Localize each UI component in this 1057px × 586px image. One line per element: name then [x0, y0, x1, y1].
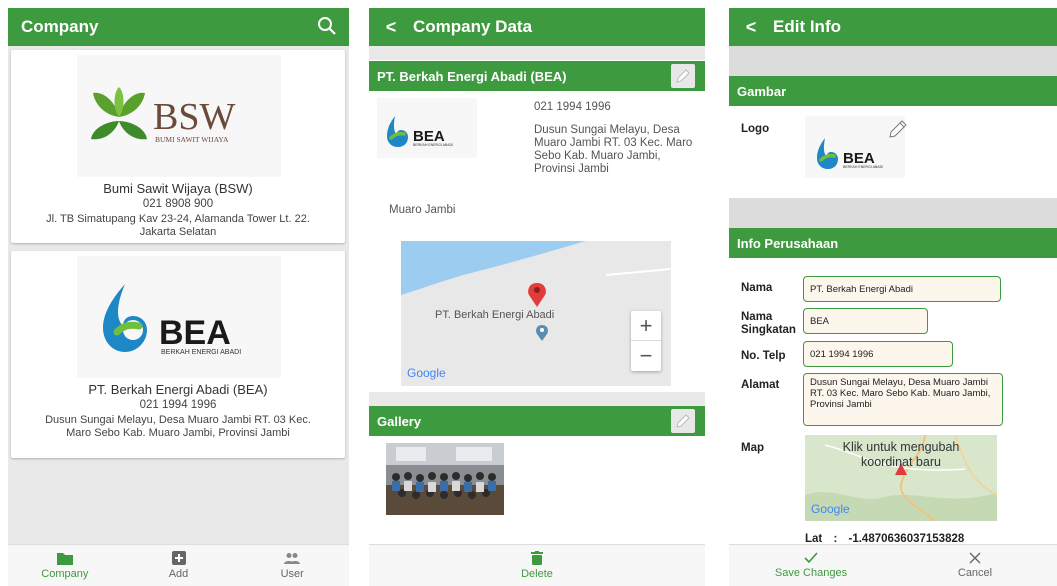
company-phone: 021 1994 1996	[139, 399, 217, 411]
company-address: Dusun Sungai Melayu, Desa Muaro Jambi RT…	[45, 414, 311, 439]
company-card[interactable]: BSW BUMI SAWIT WIJAYA Bumi Sawit Wijaya …	[11, 50, 345, 243]
svg-text:BERKAH ENERGI ABADI: BERKAH ENERGI ABADI	[843, 165, 883, 169]
company-name: Bumi Sawit Wijaya (BSW)	[103, 181, 253, 196]
pencil-icon[interactable]	[887, 118, 909, 140]
company-address: Dusun Sungai Melayu, Desa Muaro Jambi RT…	[534, 124, 693, 175]
svg-text:Google: Google	[407, 366, 446, 380]
check-icon	[804, 552, 818, 564]
logo-preview[interactable]: BEA BERKAH ENERGI ABADI	[805, 116, 907, 178]
bottom-actions: Delete	[369, 544, 705, 586]
map-marker-icon	[528, 283, 546, 307]
company-phone: 021 8908 900	[142, 198, 214, 210]
back-icon[interactable]: <	[369, 17, 413, 38]
svg-text:BEA: BEA	[159, 314, 231, 352]
location-map[interactable]: PT. Berkah Energi Abadi Google + −	[401, 241, 671, 386]
bottom-nav: Company Add User	[8, 544, 349, 586]
spacer	[729, 198, 1057, 228]
pencil-icon	[676, 69, 690, 83]
company-title: PT. Berkah Energi Abadi (BEA)	[377, 68, 567, 84]
telp-field[interactable]: 021 1994 1996	[803, 341, 953, 367]
stage: Company BSW BUMI SAWIT WIJAYA Bumi Sawit…	[0, 0, 1057, 586]
gallery-photo[interactable]	[386, 443, 504, 515]
cancel-label: Cancel	[957, 567, 993, 579]
pencil-icon	[676, 414, 690, 428]
app-bar: < Company Data	[369, 8, 705, 46]
close-icon	[969, 552, 981, 564]
bea-logo-icon: BEA BERKAH ENERGI ABADI	[387, 116, 453, 147]
page-title: Company Data	[413, 17, 533, 36]
bottom-actions: Save Changes Cancel	[729, 544, 1057, 586]
nama-field[interactable]: PT. Berkah Energi Abadi	[803, 276, 1001, 302]
section-title: Info Perusahaan	[737, 235, 839, 251]
image-section-header: Gambar	[729, 76, 1057, 106]
users-icon	[284, 552, 301, 564]
svg-text:BERKAH ENERGI ABADI: BERKAH ENERGI ABADI	[161, 349, 241, 356]
nav-label: Company	[41, 567, 89, 580]
company-address: Jl. TB Simatupang Kav 23-24, Alamanda To…	[46, 213, 310, 238]
nav-add[interactable]: Add	[122, 545, 236, 586]
company-card[interactable]: BEA BERKAH ENERGI ABADI PT. Berkah Energ…	[11, 251, 345, 458]
place-pin-icon	[536, 325, 548, 341]
company-data-screen: < Company Data PT. Berkah Energi Abadi (…	[369, 8, 705, 586]
bea-logo-icon: BEA BERKAH ENERGI ABADI	[103, 284, 241, 356]
zoom-controls: + −	[631, 311, 661, 371]
section-title: Gambar	[737, 83, 787, 99]
nav-label: User	[280, 567, 304, 580]
add-icon	[171, 551, 186, 565]
telp-label: No. Telp	[741, 350, 786, 362]
bsw-logo-icon: BSW BUMI SAWIT WIJAYA	[91, 87, 235, 144]
delete-label: Delete	[521, 568, 553, 580]
edit-map[interactable]: Google Klik untuk mengubah koordinat bar…	[805, 435, 997, 521]
edit-button[interactable]	[671, 64, 695, 88]
nav-label: Add	[168, 568, 189, 580]
map-label: Map	[741, 442, 764, 454]
cancel-button[interactable]: Cancel	[893, 545, 1057, 586]
save-label: Save Changes	[774, 567, 848, 579]
zoom-out-button[interactable]: −	[631, 341, 661, 371]
info-section-header: Info Perusahaan	[729, 228, 1057, 258]
company-phone: 021 1994 1996	[534, 101, 611, 113]
spacer	[729, 46, 1057, 76]
app-bar: < Edit Info	[729, 8, 1057, 46]
svg-text:BUMI SAWIT WIJAYA: BUMI SAWIT WIJAYA	[155, 135, 229, 144]
trash-icon	[531, 551, 543, 565]
search-icon[interactable]	[317, 16, 337, 41]
svg-text:BERKAH ENERGI ABADI: BERKAH ENERGI ABADI	[413, 143, 453, 147]
gallery-title: Gallery	[377, 413, 422, 429]
company-header: PT. Berkah Energi Abadi (BEA)	[369, 61, 705, 91]
divider	[369, 46, 705, 60]
logo-label: Logo	[741, 123, 770, 135]
nama-label: Nama	[741, 282, 773, 294]
map-hint: Klik untuk mengubah koordinat baru	[842, 440, 960, 469]
company-logo: BSW BUMI SAWIT WIJAYA	[77, 55, 281, 177]
company-city: Muaro Jambi	[389, 204, 456, 216]
zoom-in-button[interactable]: +	[631, 311, 661, 341]
back-icon[interactable]: <	[729, 17, 773, 38]
delete-button[interactable]: Delete	[369, 545, 705, 586]
edit-gallery-button[interactable]	[671, 409, 695, 433]
company-list-screen: Company BSW BUMI SAWIT WIJAYA Bumi Sawit…	[8, 8, 349, 586]
alamat-label: Alamat	[741, 379, 780, 391]
edit-info-screen: < Edit Info Gambar Logo BEA BERKAH ENERG…	[729, 8, 1057, 586]
alamat-field[interactable]: Dusun Sungai Melayu, Desa Muaro Jambi RT…	[803, 373, 1003, 426]
singkatan-label: Nama Singkatan	[741, 311, 796, 336]
nav-user[interactable]: User	[235, 545, 349, 586]
app-bar: Company	[8, 8, 349, 46]
svg-text:BSW: BSW	[153, 96, 235, 138]
save-changes-button[interactable]: Save Changes	[729, 545, 893, 586]
nav-company[interactable]: Company	[8, 545, 122, 586]
singkatan-field[interactable]: BEA	[803, 308, 928, 334]
company-logo: BEA BERKAH ENERGI ABADI	[77, 256, 281, 378]
gallery-header: Gallery	[369, 406, 705, 436]
page-title: Company	[21, 17, 99, 36]
divider	[369, 392, 705, 406]
folder-icon	[56, 552, 73, 565]
company-name: PT. Berkah Energi Abadi (BEA)	[88, 382, 268, 397]
svg-text:PT. Berkah Energi Abadi: PT. Berkah Energi Abadi	[435, 309, 554, 321]
page-title: Edit Info	[773, 17, 841, 36]
svg-text:Google: Google	[811, 502, 850, 516]
company-logo: BEA BERKAH ENERGI ABADI	[377, 98, 477, 158]
